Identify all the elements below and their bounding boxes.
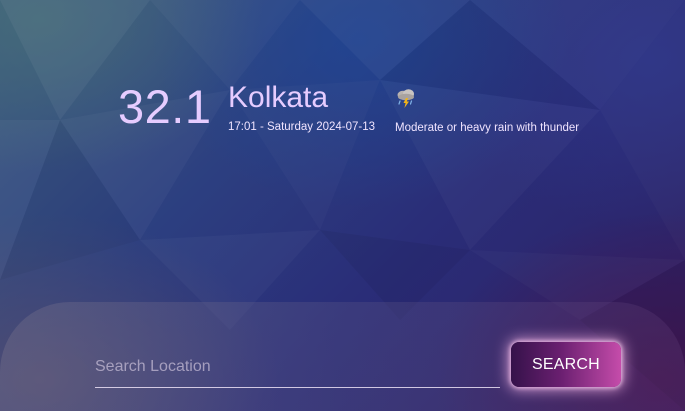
search-button[interactable]: SEARCH <box>511 342 621 387</box>
search-location-input[interactable] <box>95 348 500 388</box>
date-time: 17:01 - Saturday 2024-07-13 <box>228 121 376 133</box>
thunderstorm-rain-icon <box>397 89 414 108</box>
temperature-value: 32.1 <box>118 80 212 133</box>
weather-summary: 32.1 Kolkata 17:01 - Saturday 2024-07-13… <box>0 0 685 200</box>
weather-condition: Moderate or heavy rain with thunder <box>395 122 580 134</box>
city-name: Kolkata <box>228 81 329 114</box>
